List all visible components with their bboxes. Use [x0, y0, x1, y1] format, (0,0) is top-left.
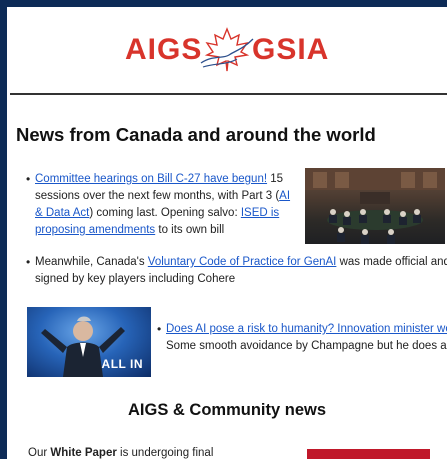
bullet-dot: • [26, 255, 31, 269]
paragraph-text: is undergoing final [116, 447, 214, 459]
link-genai-code[interactable]: Voluntary Code of Practice for GenAI [148, 256, 337, 268]
all-in-photo[interactable]: ALL IN [27, 307, 151, 377]
bullet-dot: • [157, 322, 162, 336]
news-item-genai-code: • Meanwhile, Canada's Voluntary Code of … [26, 254, 447, 288]
paragraph-text: Our [28, 447, 51, 459]
item-text: to its own bill [155, 224, 225, 236]
link-committee-hearings[interactable]: Committee hearings on Bill C-27 have beg… [35, 173, 267, 185]
item-text: Meanwhile, Canada's [35, 256, 148, 268]
section-heading-community: AIGS & Community news [127, 401, 327, 419]
promo-image[interactable] [307, 449, 430, 459]
news-item-ai-risk: • Does AI pose a risk to humanity? Innov… [157, 321, 447, 355]
link-ai-risk-humanity[interactable]: Does AI pose a risk to humanity? Innovat… [166, 323, 447, 335]
item-text: Some smooth avoidance by Champagne but h… [166, 340, 447, 352]
maple-leaf-goose-icon [200, 27, 254, 72]
header-divider [10, 93, 447, 95]
newsletter-card: AIGS GSIA News from Canada and around th… [7, 7, 447, 459]
committee-hearing-photo[interactable] [305, 168, 445, 244]
news-item-bill-c27: • Committee hearings on Bill C-27 have b… [26, 171, 294, 239]
white-paper-paragraph: Our White Paper is undergoing final [28, 445, 268, 459]
link-text: Does AI pose a risk to humanity? Innovat… [166, 323, 447, 335]
hearing-room-illustration [305, 168, 445, 244]
logo-text-gsia: GSIA [252, 33, 330, 66]
white-paper-label: White Paper [50, 447, 117, 459]
all-in-caption: ALL IN [101, 357, 143, 371]
aigs-gsia-logo[interactable]: AIGS GSIA [7, 25, 447, 73]
logo-text-aigs: AIGS [125, 33, 203, 66]
section-heading-news: News from Canada and around the world [16, 124, 376, 145]
item-text: ) coming last. Opening salvo: [89, 207, 241, 219]
bullet-dot: • [26, 172, 31, 186]
